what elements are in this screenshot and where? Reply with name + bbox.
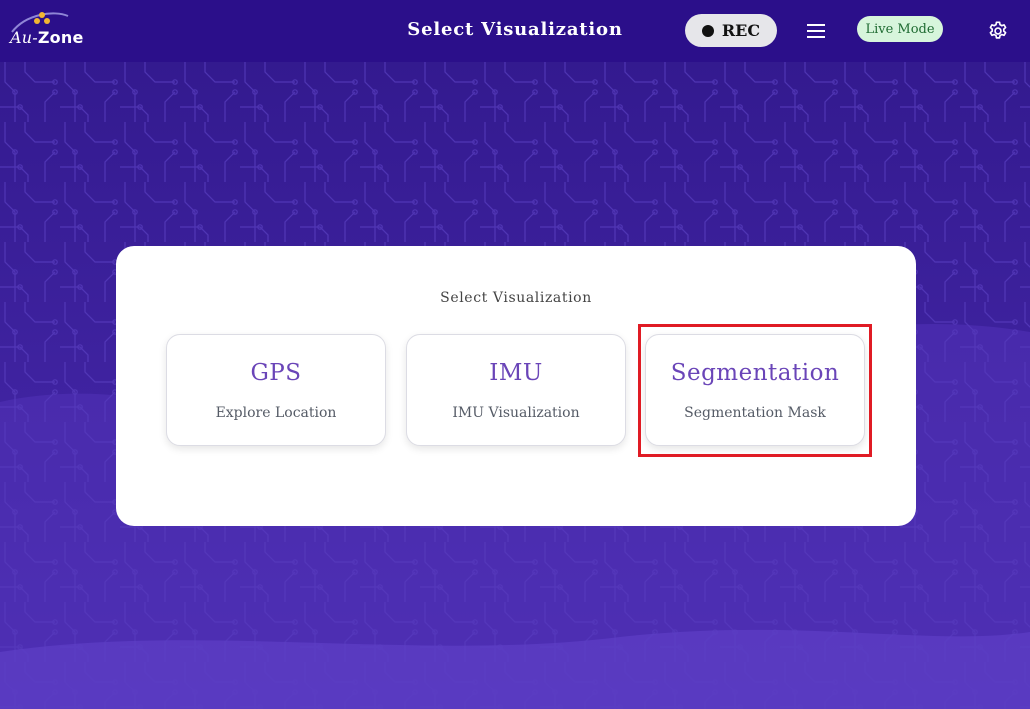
gear-icon (989, 21, 1007, 39)
option-name: IMU (489, 360, 543, 386)
page-title: Select Visualization (407, 19, 623, 40)
record-dot-icon (701, 24, 714, 37)
hamburger-menu-icon (807, 24, 825, 38)
option-name: GPS (250, 360, 302, 386)
record-button[interactable]: REC (685, 14, 777, 47)
imu-option-card[interactable]: IMU IMU Visualization (406, 334, 626, 446)
panel-title: Select Visualization (440, 290, 592, 306)
option-description: Explore Location (215, 405, 337, 421)
au-zone-logo[interactable]: Au-Zone (6, 8, 86, 54)
option-description: Segmentation Mask (684, 405, 826, 421)
top-bar: Au-Zone Select Visualization REC Live Mo… (0, 0, 1030, 62)
option-name: Segmentation (670, 360, 840, 386)
segmentation-option-card[interactable]: Segmentation Segmentation Mask (645, 334, 865, 446)
logo-text: Au-Zone (10, 28, 84, 47)
settings-button[interactable] (987, 20, 1009, 42)
menu-button[interactable] (806, 22, 826, 40)
live-mode-button[interactable]: Live Mode (857, 16, 943, 42)
gps-option-card[interactable]: GPS Explore Location (166, 334, 386, 446)
visualization-panel: Select Visualization GPS Explore Locatio… (116, 246, 916, 526)
option-description: IMU Visualization (452, 405, 580, 421)
record-label: REC (721, 21, 761, 40)
